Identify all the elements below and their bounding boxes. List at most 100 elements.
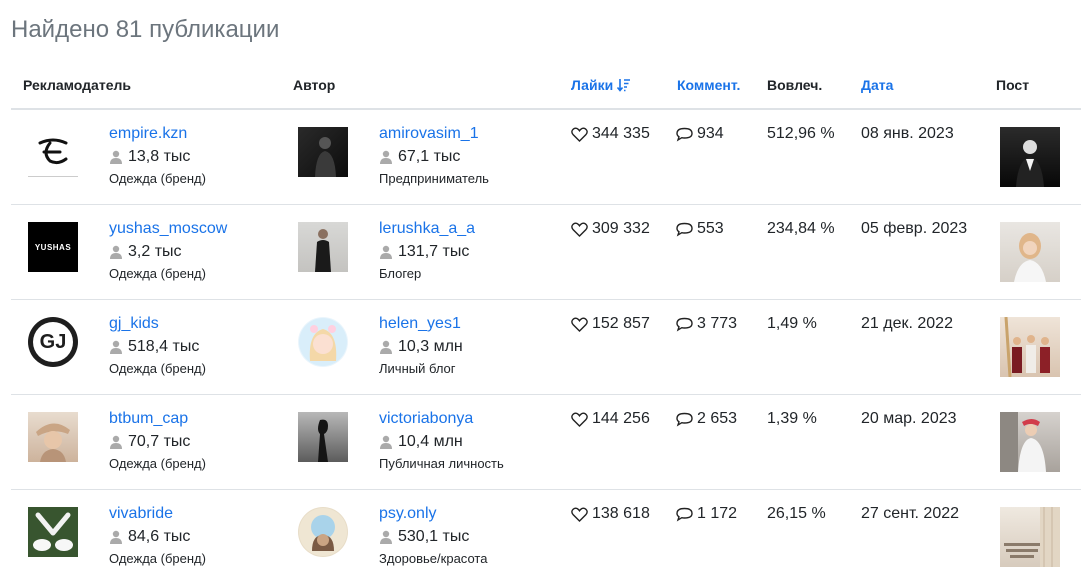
- advertiser-subscribers: 518,4 тыс: [109, 338, 206, 356]
- header-post: Пост: [996, 77, 1030, 93]
- header-advertiser: Рекламодатель: [23, 77, 131, 93]
- post-image-icon: [1014, 233, 1046, 282]
- heart-icon: [571, 412, 588, 427]
- person-icon: [380, 150, 392, 164]
- advertiser-avatar[interactable]: [28, 127, 78, 177]
- author-avatar[interactable]: [298, 127, 348, 177]
- author-avatar[interactable]: [298, 412, 348, 462]
- advertiser-avatar[interactable]: [28, 507, 78, 557]
- author-subscribers: 67,1 тыс: [379, 148, 489, 166]
- heart-icon: [571, 222, 588, 237]
- person-icon: [110, 340, 122, 354]
- comment-icon: [676, 127, 693, 142]
- post-thumbnail[interactable]: [1000, 412, 1060, 472]
- advertiser-category: Одежда (бренд): [109, 266, 206, 281]
- header-likes-sort[interactable]: Лайки: [571, 77, 631, 93]
- empire-logo-icon: [38, 138, 68, 165]
- post-thumbnail[interactable]: [1000, 507, 1060, 567]
- post-image-icon: [1016, 140, 1044, 187]
- person-icon: [110, 530, 122, 544]
- author-name-link[interactable]: lerushka_a_a: [379, 220, 475, 238]
- author-name-link[interactable]: psy.only: [379, 505, 487, 523]
- post-thumbnail[interactable]: [1000, 222, 1060, 282]
- advertiser-avatar[interactable]: GJ: [28, 317, 78, 367]
- yushas-logo-text: YUSHAS: [34, 242, 72, 252]
- author-name-link[interactable]: victoriabonya: [379, 410, 504, 428]
- author-name-link[interactable]: amirovasim_1: [379, 125, 489, 143]
- advertiser-name-link[interactable]: empire.kzn: [109, 125, 206, 143]
- advertiser-name-link[interactable]: gj_kids: [109, 315, 206, 333]
- advertiser-subscribers: 13,8 тыс: [109, 148, 206, 166]
- author-photo-icon: [315, 137, 336, 177]
- person-icon: [380, 340, 392, 354]
- header-engagement: Вовлеч.: [767, 77, 823, 93]
- comments-count: 2 653: [676, 410, 737, 428]
- post-date: 27 сент. 2022: [861, 505, 960, 522]
- comment-icon: [676, 412, 693, 427]
- author-avatar[interactable]: [298, 507, 348, 557]
- author-photo-icon: [299, 318, 347, 366]
- advertiser-category: Одежда (бренд): [109, 551, 206, 566]
- engagement-value: 234,84 %: [767, 220, 835, 237]
- advertiser-name-link[interactable]: btbum_cap: [109, 410, 206, 428]
- advertiser-name-link[interactable]: yushas_moscow: [109, 220, 227, 238]
- header-date[interactable]: Дата: [861, 77, 893, 93]
- comment-icon: [676, 222, 693, 237]
- heart-icon: [571, 507, 588, 522]
- header-likes-label: Лайки: [571, 77, 614, 93]
- advertiser-category: Одежда (бренд): [109, 456, 206, 471]
- table-row: vivabride 84,6 тыс Одежда (бренд) psy.on…: [11, 490, 1081, 577]
- header-comments[interactable]: Коммент.: [677, 77, 740, 93]
- author-photo-icon: [299, 508, 347, 556]
- comment-icon: [676, 507, 693, 522]
- advertiser-avatar[interactable]: YUSHAS: [28, 222, 78, 272]
- likes-count: 138 618: [571, 505, 650, 523]
- likes-count: 344 335: [571, 125, 650, 143]
- person-icon: [380, 435, 392, 449]
- author-avatar[interactable]: [298, 317, 348, 367]
- author-category: Публичная личность: [379, 456, 504, 471]
- post-date: 08 янв. 2023: [861, 125, 954, 142]
- likes-count: 152 857: [571, 315, 650, 333]
- likes-count: 144 256: [571, 410, 650, 428]
- advertiser-name-link[interactable]: vivabride: [109, 505, 206, 523]
- engagement-value: 26,15 %: [767, 505, 826, 522]
- comments-count: 553: [676, 220, 724, 238]
- page-title: Найдено 81 публикации: [11, 16, 280, 43]
- table-row: empire.kzn 13,8 тыс Одежда (бренд) amiro…: [11, 110, 1081, 205]
- person-icon: [110, 150, 122, 164]
- table-row: YUSHAS yushas_moscow 3,2 тыс Одежда (бре…: [11, 205, 1081, 300]
- person-icon: [380, 245, 392, 259]
- author-category: Предприниматель: [379, 171, 489, 186]
- table-row: btbum_cap 70,7 тыс Одежда (бренд) victor…: [11, 395, 1081, 490]
- post-image-icon: [1000, 412, 1046, 472]
- advertiser-avatar[interactable]: [28, 412, 78, 462]
- post-date: 05 февр. 2023: [861, 220, 968, 237]
- comments-count: 934: [676, 125, 724, 143]
- author-name-link[interactable]: helen_yes1: [379, 315, 463, 333]
- author-category: Блогер: [379, 266, 422, 281]
- post-thumbnail[interactable]: [1000, 127, 1060, 187]
- gj-logo: GJ: [33, 322, 73, 362]
- author-subscribers: 10,4 млн: [379, 433, 504, 451]
- author-photo-icon: [318, 419, 328, 462]
- person-icon: [110, 245, 122, 259]
- advertiser-category: Одежда (бренд): [109, 361, 206, 376]
- heart-icon: [571, 127, 588, 142]
- advertiser-subscribers: 3,2 тыс: [109, 243, 227, 261]
- advertiser-photo-icon: [36, 423, 70, 462]
- post-thumbnail[interactable]: [1000, 317, 1060, 377]
- gj-logo-text: GJ: [39, 330, 67, 353]
- post-date: 20 мар. 2023: [861, 410, 957, 427]
- author-avatar[interactable]: [298, 222, 348, 272]
- engagement-value: 1,49 %: [767, 315, 817, 332]
- comment-icon: [676, 317, 693, 332]
- comments-count: 1 172: [676, 505, 737, 523]
- advertiser-subscribers: 84,6 тыс: [109, 528, 206, 546]
- author-photo-icon: [315, 229, 331, 272]
- advertiser-subscribers: 70,7 тыс: [109, 433, 206, 451]
- comments-count: 3 773: [676, 315, 737, 333]
- author-subscribers: 530,1 тыс: [379, 528, 487, 546]
- engagement-value: 1,39 %: [767, 410, 817, 427]
- post-image-icon: [1004, 507, 1060, 567]
